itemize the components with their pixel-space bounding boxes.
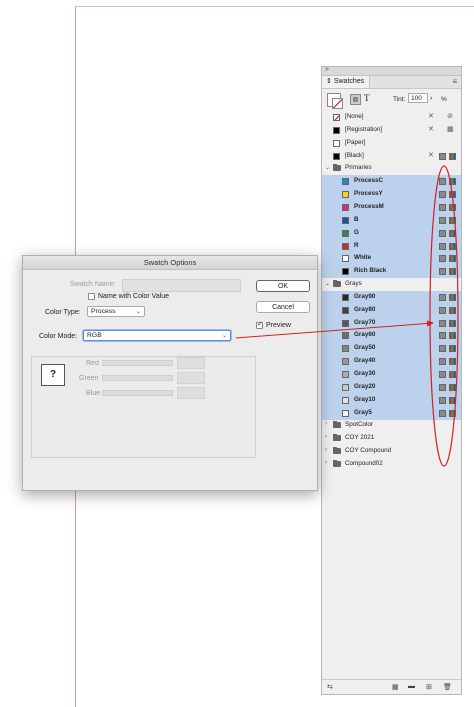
annotation-arrow bbox=[235, 320, 434, 339]
annotation-ellipse bbox=[429, 165, 459, 467]
annotation-overlay bbox=[235, 165, 459, 467]
